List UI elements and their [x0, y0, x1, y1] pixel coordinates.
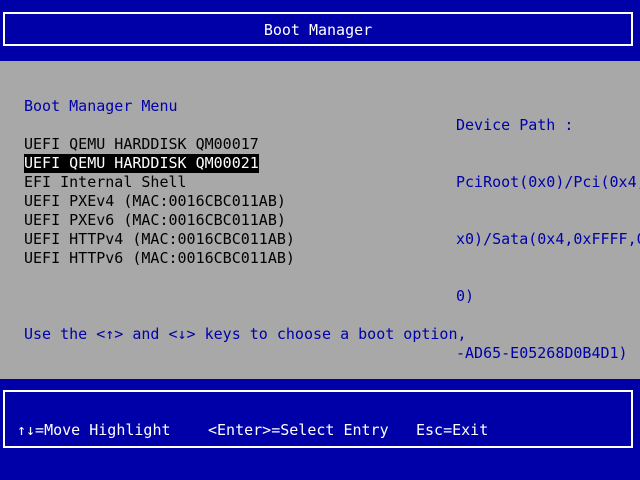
boot-option-httpv6[interactable]: UEFI HTTPv6 (MAC:0016CBC011AB)	[24, 249, 295, 268]
device-path-line: x0)/Sata(0x4,0xFFFF,0x	[456, 230, 640, 248]
main-panel: Boot Manager Menu UEFI QEMU HARDDISK QM0…	[0, 61, 640, 457]
device-path-line: PciRoot(0x0)/Pci(0x4,0	[456, 173, 640, 191]
help-text: Use the <↑> and <↓> keys to choose a boo…	[24, 287, 467, 480]
help-line: Use the <↑> and <↓> keys to choose a boo…	[24, 325, 467, 343]
exit-hint: Esc=Exit	[416, 421, 489, 439]
boot-option-httpv4[interactable]: UEFI HTTPv4 (MAC:0016CBC011AB)	[24, 230, 295, 249]
boot-option-pxev6[interactable]: UEFI PXEv6 (MAC:0016CBC011AB)	[24, 211, 286, 230]
key-help-footer: ↑↓=Move Highlight <Enter>=Select Entry E…	[3, 390, 633, 448]
boot-option-qemu-harddisk-qm00021[interactable]: UEFI QEMU HARDDISK QM00021	[24, 154, 259, 173]
boot-option-pxev4[interactable]: UEFI PXEv4 (MAC:0016CBC011AB)	[24, 192, 286, 211]
boot-option-list: UEFI QEMU HARDDISK QM00017 UEFI QEMU HAR…	[24, 135, 295, 268]
device-path-info: Device Path : PciRoot(0x0)/Pci(0x4,0 x0)…	[456, 78, 640, 401]
device-path-line: 0)	[456, 287, 475, 305]
select-entry-hint: <Enter>=Select Entry	[208, 421, 389, 439]
device-path-line: -AD65-E05268D0B4D1)	[456, 344, 628, 362]
boot-option-qemu-harddisk-qm00017[interactable]: UEFI QEMU HARDDISK QM00017	[24, 135, 259, 154]
page-title: Boot Manager	[263, 21, 373, 39]
boot-option-efi-internal-shell[interactable]: EFI Internal Shell	[24, 173, 187, 192]
device-path-label: Device Path :	[456, 116, 574, 134]
menu-title: Boot Manager Menu	[24, 97, 178, 115]
title-bar: Boot Manager	[3, 12, 633, 46]
move-highlight-hint: ↑↓=Move Highlight	[17, 421, 171, 439]
bios-screen: Boot Manager Boot Manager Menu UEFI QEMU…	[0, 0, 640, 480]
